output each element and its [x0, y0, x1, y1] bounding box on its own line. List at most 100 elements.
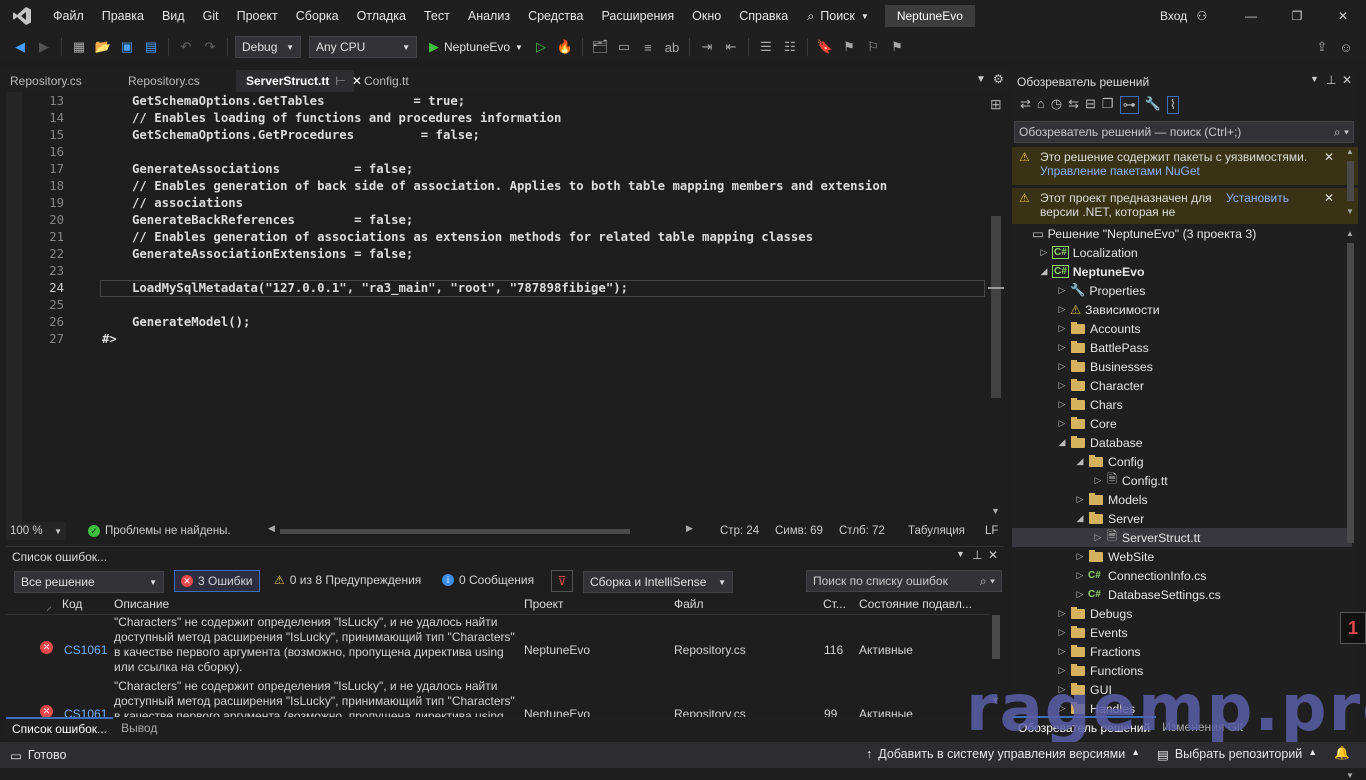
collapsed-arrow-icon[interactable]: ▷ [1038, 247, 1050, 258]
collapsed-arrow-icon[interactable]: ▷ [1056, 608, 1068, 619]
collapsed-arrow-icon[interactable]: ▷ [1074, 551, 1086, 562]
forward-icon[interactable]: ▶ [34, 37, 54, 57]
editor-vertical-scrollbar[interactable]: ⊞ ▼ [988, 96, 1004, 520]
menu-item-9[interactable]: Средства [519, 0, 592, 32]
tree-item[interactable]: ▷ Events [1012, 623, 1352, 642]
indent-mode-indicator[interactable]: Табуляция [908, 525, 965, 537]
line-indicator[interactable]: Стр: 24 [720, 525, 759, 537]
error-row[interactable]: ✕ CS1061 "Characters" не содержит определе… [6, 679, 996, 717]
tree-item[interactable]: ▷ C# ConnectionInfo.cs [1012, 566, 1352, 585]
menu-item-2[interactable]: Вид [153, 0, 194, 32]
menu-item-10[interactable]: Расширения [592, 0, 683, 32]
collapsed-arrow-icon[interactable]: ▷ [1074, 589, 1086, 600]
tree-item[interactable]: ▷ 🔧 Properties [1012, 281, 1352, 300]
split-icon[interactable]: ⊞ [990, 96, 1002, 113]
error-row[interactable]: ✕ CS1061 "Characters" не содержит определе… [6, 615, 996, 677]
problems-indicator[interactable]: ✓ Проблемы не найдены. [88, 525, 258, 537]
platform-select[interactable]: Any CPU ▼ [309, 36, 417, 58]
code-line[interactable]: GenerateBackReferences = false; [132, 213, 413, 227]
menu-item-11[interactable]: Окно [683, 0, 730, 32]
menu-item-3[interactable]: Git [194, 0, 228, 32]
expanded-arrow-icon[interactable]: ◢ [1074, 513, 1086, 524]
bell-icon[interactable]: 🔔 [1334, 746, 1350, 761]
layout-icon[interactable]: ▭ [614, 37, 634, 57]
tree-item[interactable]: ▷ BattlePass [1012, 338, 1352, 357]
tree-item[interactable]: ▷ Fractions [1012, 642, 1352, 661]
scrollbar-thumb[interactable] [991, 216, 1001, 398]
tree-item[interactable]: ▷ 🗎 ServerStruct.tt [1012, 528, 1352, 547]
collapsed-arrow-icon[interactable]: ▷ [1092, 532, 1104, 543]
tree-item[interactable]: ▷ C# DatabaseSettings.cs [1012, 585, 1352, 604]
new-project-icon[interactable]: ▦ [69, 37, 89, 57]
tree-item[interactable]: ◢ C# NeptuneEvo [1012, 262, 1352, 281]
collapsed-arrow-icon[interactable]: ▷ [1056, 361, 1068, 372]
minimize-button[interactable]: — [1228, 0, 1274, 32]
code-line[interactable]: // Enables generation of back side of as… [132, 179, 887, 193]
tree-item[interactable]: ▷ Core [1012, 414, 1352, 433]
error-code-link[interactable]: CS1061 [64, 707, 107, 717]
outdent-icon[interactable]: ⇤ [721, 37, 741, 57]
tree-item[interactable]: ▷ 🗎 Config.tt [1012, 471, 1352, 490]
tab-serverstruct[interactable]: ServerStruct.tt ⊢ ✕ [236, 70, 362, 92]
undo-icon[interactable]: ↶ [176, 37, 196, 57]
collapsed-arrow-icon[interactable]: ▷ [1056, 418, 1068, 429]
line-ending-indicator[interactable]: LF [985, 525, 998, 537]
tab-config[interactable]: Config.tt [354, 70, 472, 92]
tree-item[interactable]: ▷ Accounts [1012, 319, 1352, 338]
menu-item-12[interactable]: Справка [730, 0, 797, 32]
start-debug-button[interactable]: ▶ NeptuneEvo ▼ [429, 39, 523, 55]
tree-item[interactable]: ◢ Server [1012, 509, 1352, 528]
spellcheck-icon[interactable]: ab [662, 37, 682, 57]
collapsed-arrow-icon[interactable]: ▷ [1056, 399, 1068, 410]
expanded-arrow-icon[interactable]: ◢ [1056, 437, 1068, 448]
tab-output[interactable]: Вывод [113, 717, 165, 739]
code-line[interactable]: // Enables generation of associations as… [132, 230, 813, 244]
settings-gear-icon[interactable]: ⚙ [993, 72, 1004, 86]
code-line[interactable]: #> [102, 332, 117, 346]
open-folder-icon[interactable]: 📂 [93, 37, 113, 57]
code-line[interactable]: GetSchemaOptions.GetProcedures = false; [132, 128, 480, 142]
error-code-link[interactable]: CS1061 [64, 643, 107, 657]
hot-reload-icon[interactable]: 🔥 [555, 37, 575, 57]
collapsed-arrow-icon[interactable]: ▷ [1056, 627, 1068, 638]
menu-item-4[interactable]: Проект [228, 0, 287, 32]
expanded-arrow-icon[interactable]: ◢ [1038, 266, 1050, 277]
menu-item-5[interactable]: Сборка [287, 0, 348, 32]
collapsed-arrow-icon[interactable]: ▷ [1074, 570, 1086, 581]
code-editor[interactable]: 13 GetSchemaOptions.GetTables = true; 14 //… [6, 92, 1006, 522]
tree-item[interactable]: ▷ ⚠ Зависимости [1012, 300, 1352, 319]
horizontal-scrollbar[interactable]: ◀ ▶ [268, 523, 693, 537]
collapsed-arrow-icon[interactable]: ▷ [1056, 304, 1068, 315]
expanded-arrow-icon[interactable]: ◢ [1074, 456, 1086, 467]
save-icon[interactable]: ▣ [117, 37, 137, 57]
code-line[interactable]: LoadMySqlMetadata("127.0.0.1", "ra3_main… [132, 281, 628, 295]
collapsed-arrow-icon[interactable]: ▷ [1074, 494, 1086, 505]
zoom-select[interactable]: 100 % ▼ [6, 522, 66, 540]
login-button[interactable]: Вход ⚇ [1160, 0, 1207, 32]
tab-list-dropdown-icon[interactable]: ▼ [976, 74, 986, 85]
collapsed-arrow-icon[interactable]: ▷ [1056, 323, 1068, 334]
prev-bookmark-icon[interactable]: ⚑ [839, 37, 859, 57]
clear-bookmarks-icon[interactable]: ⚑ [887, 37, 907, 57]
collapsed-arrow-icon[interactable]: ▷ [1092, 475, 1104, 486]
code-line[interactable]: GenerateModel(); [132, 315, 250, 329]
tree-item[interactable]: ▷ Character [1012, 376, 1352, 395]
menu-item-0[interactable]: Файл [44, 0, 93, 32]
search-button[interactable]: ⌕ Поиск ▼ [797, 9, 879, 24]
char-indicator[interactable]: Симв: 69 [775, 525, 823, 537]
redo-icon[interactable]: ↷ [200, 37, 220, 57]
tab-repository-2[interactable]: Repository.cs [118, 70, 236, 92]
tab-error-list[interactable]: Список ошибок... [6, 717, 114, 739]
bookmark-icon[interactable]: 🔖 [815, 37, 835, 57]
tree-item[interactable]: ▷ Models [1012, 490, 1352, 509]
add-to-source-control-button[interactable]: ↑ Добавить в систему управления версиями… [866, 747, 1140, 761]
menu-item-6[interactable]: Отладка [348, 0, 415, 32]
code-line[interactable]: // associations [132, 196, 243, 210]
code-line[interactable]: GetSchemaOptions.GetTables = true; [132, 94, 465, 108]
configuration-select[interactable]: Debug ▼ [235, 36, 301, 58]
select-repository-button[interactable]: ▤ Выбрать репозиторий ▲ [1157, 747, 1317, 762]
menu-item-7[interactable]: Тест [415, 0, 459, 32]
tab-repository-1[interactable]: Repository.cs [0, 70, 118, 92]
format-icon[interactable]: ≡ [638, 37, 658, 57]
solution-scrollbar[interactable]: ▲ ▼ ▲ ▼ [1346, 147, 1356, 780]
